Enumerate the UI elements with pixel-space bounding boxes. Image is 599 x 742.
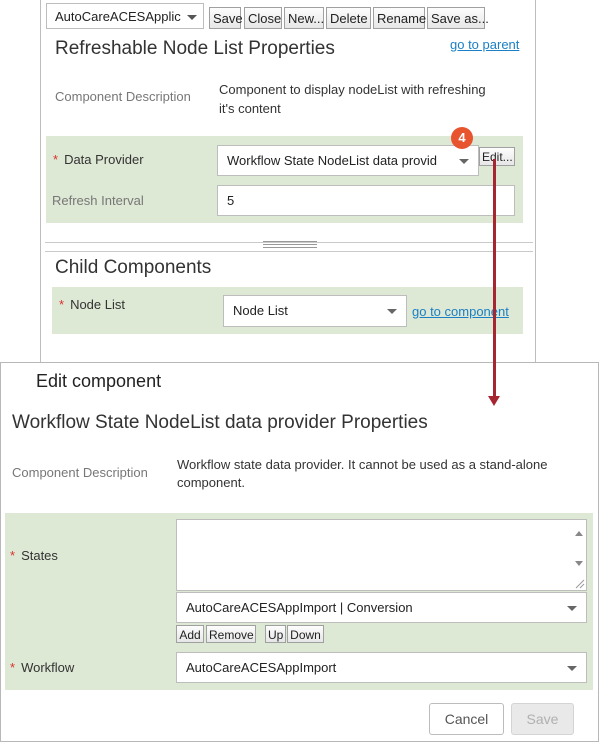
arrow-down-icon: [488, 396, 500, 406]
states-textarea[interactable]: [176, 519, 587, 591]
down-button[interactable]: Down: [287, 625, 324, 643]
close-button[interactable]: Close: [244, 7, 282, 29]
component-description-label: Component Description: [55, 89, 191, 104]
component-description-line: Workflow state data provider. It cannot …: [177, 457, 548, 472]
dialog-title: Edit component: [36, 371, 162, 391]
component-selector-value: AutoCareACESApplic: [55, 9, 181, 24]
states-select-value: AutoCareACESAppImport | Conversion: [186, 600, 413, 615]
node-list-label-text: Node List: [70, 297, 125, 312]
remove-button[interactable]: Remove: [206, 625, 256, 643]
data-provider-label-text: Data Provider: [64, 152, 144, 167]
edit-data-provider-button[interactable]: Edit...: [479, 147, 515, 166]
states-select[interactable]: AutoCareACESAppImport | Conversion: [176, 592, 587, 623]
data-provider-value: Workflow State NodeList data provid: [227, 153, 438, 168]
save-button[interactable]: Save: [511, 703, 574, 735]
edit-component-dialog: Edit component Workflow State NodeList d…: [0, 362, 599, 742]
resize-grip-icon[interactable]: [263, 241, 317, 249]
required-marker: *: [10, 548, 16, 563]
parent-properties-panel: AutoCareACESApplic Save Close New... Del…: [40, 0, 536, 372]
component-description-text: Component to display nodeList with refre…: [219, 80, 486, 118]
divider: [45, 251, 533, 252]
new-button[interactable]: New...: [284, 7, 324, 29]
dialog-heading: Workflow State NodeList data provider Pr…: [12, 412, 428, 433]
workflow-select[interactable]: AutoCareACESAppImport: [176, 652, 587, 683]
delete-button[interactable]: Delete: [326, 7, 371, 29]
required-marker: *: [10, 660, 16, 675]
workflow-label: * Workflow: [10, 660, 74, 675]
data-provider-label: * Data Provider: [53, 152, 144, 167]
component-description-line: it's content: [219, 101, 281, 116]
page-title: Refreshable Node List Properties: [55, 38, 335, 59]
save-as-button[interactable]: Save as...: [427, 7, 489, 29]
chevron-down-icon: [567, 605, 577, 611]
node-list-select[interactable]: Node List: [223, 295, 407, 327]
cancel-button[interactable]: Cancel: [429, 703, 504, 735]
child-components-title: Child Components: [55, 257, 212, 278]
callout-badge: 4: [451, 127, 473, 149]
chevron-down-icon: [459, 158, 469, 164]
save-toolbar-button[interactable]: Save: [209, 7, 243, 29]
component-description-line: component.: [177, 475, 245, 490]
states-label-text: States: [21, 548, 58, 563]
refresh-interval-label: Refresh Interval: [52, 193, 144, 208]
required-marker: *: [53, 152, 59, 167]
node-list-value: Node List: [233, 303, 288, 318]
add-button[interactable]: Add: [176, 625, 204, 643]
refresh-interval-value: 5: [227, 193, 235, 208]
node-list-label: * Node List: [59, 297, 125, 312]
component-description-line: Component to display nodeList with refre…: [219, 82, 486, 97]
required-marker: *: [59, 297, 65, 312]
workflow-value: AutoCareACESAppImport: [186, 660, 337, 675]
rename-button[interactable]: Rename: [373, 7, 426, 29]
chevron-down-icon: [387, 309, 397, 314]
scroll-down-icon[interactable]: [575, 561, 583, 566]
data-provider-select[interactable]: Workflow State NodeList data provid: [217, 145, 479, 176]
component-description-text: Workflow state data provider. It cannot …: [177, 456, 547, 492]
up-button[interactable]: Up: [265, 625, 286, 643]
chevron-down-icon: [187, 15, 197, 20]
chevron-down-icon: [567, 665, 577, 671]
workflow-label-text: Workflow: [21, 660, 75, 675]
connector-line: [493, 159, 496, 397]
go-to-parent-link[interactable]: go to parent: [450, 37, 519, 52]
component-description-label: Component Description: [12, 465, 148, 480]
scroll-up-icon[interactable]: [575, 531, 583, 536]
resize-handle-icon[interactable]: [575, 579, 585, 589]
states-label: * States: [10, 548, 58, 563]
refresh-interval-input[interactable]: 5: [217, 185, 515, 216]
component-selector[interactable]: AutoCareACESApplic: [46, 3, 204, 29]
